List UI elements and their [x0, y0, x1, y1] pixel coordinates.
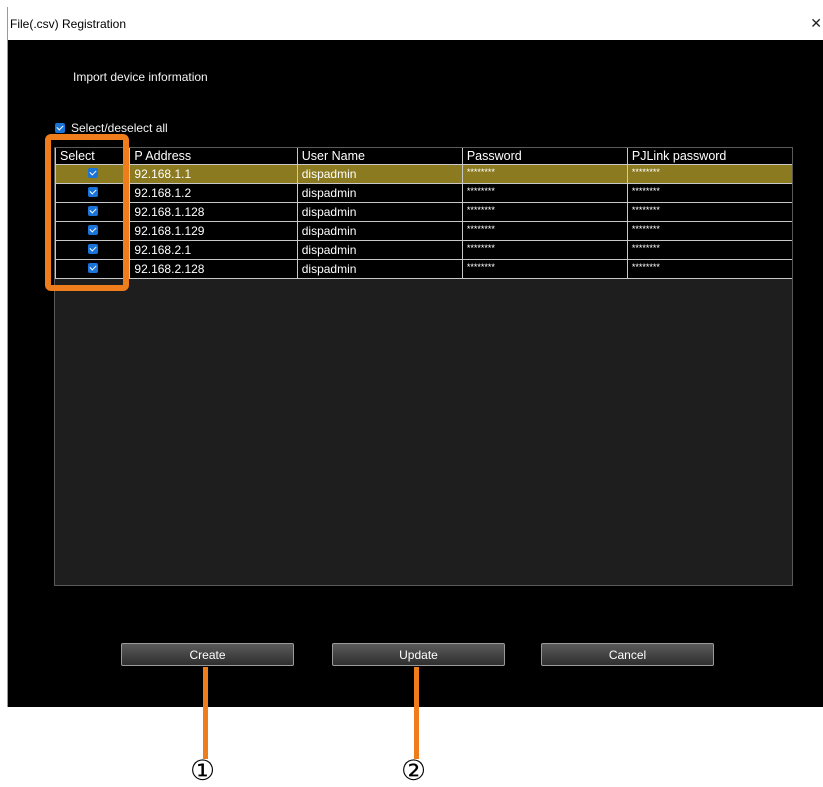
table-row[interactable]: 92.168.2.1 dispadmin ******** ********: [54, 240, 792, 260]
password-cell: ********: [461, 164, 628, 184]
column-header-user-name[interactable]: User Name: [296, 148, 463, 165]
page-title: Import device information: [73, 70, 208, 84]
ip-address-cell: 92.168.1.2: [129, 183, 298, 203]
column-header-ip-address[interactable]: P Address: [129, 148, 298, 165]
table-row[interactable]: 92.168.1.129 dispadmin ******** ********: [54, 221, 792, 241]
pjlink-password-cell: ********: [626, 240, 792, 260]
device-table: Select P Address User Name Password PJLi…: [54, 147, 793, 586]
password-cell: ********: [461, 259, 628, 279]
pjlink-password-cell: ********: [626, 259, 792, 279]
password-cell: ********: [461, 221, 628, 241]
cancel-button[interactable]: Cancel: [541, 643, 714, 666]
user-name-cell: dispadmin: [296, 183, 463, 203]
password-cell: ********: [461, 240, 628, 260]
ip-address-cell: 92.168.2.1: [129, 240, 298, 260]
select-all-checkbox[interactable]: Select/deselect all: [55, 121, 168, 135]
select-all-label: Select/deselect all: [71, 121, 168, 135]
ip-address-cell: 92.168.1.1: [129, 164, 298, 184]
pjlink-password-cell: ********: [626, 164, 792, 184]
column-header-pjlink-password[interactable]: PJLink password: [626, 148, 792, 165]
callout-line-update: [414, 667, 419, 759]
pjlink-password-cell: ********: [626, 221, 792, 241]
ip-address-cell: 92.168.1.128: [129, 202, 298, 222]
close-icon[interactable]: ✕: [810, 15, 822, 32]
user-name-cell: dispadmin: [296, 240, 463, 260]
update-button[interactable]: Update: [332, 643, 505, 666]
callout-number-2: ②: [401, 755, 427, 786]
callout-number-1: ①: [190, 755, 216, 786]
column-header-password[interactable]: Password: [461, 148, 628, 165]
user-name-cell: dispadmin: [296, 202, 463, 222]
window-title: File(.csv) Registration: [10, 17, 127, 31]
table-row[interactable]: 92.168.1.128 dispadmin ******** ********: [54, 202, 792, 222]
user-name-cell: dispadmin: [296, 221, 463, 241]
callout-line-create: [203, 667, 208, 759]
table-header-row: Select P Address User Name Password PJLi…: [54, 148, 792, 165]
create-button[interactable]: Create: [121, 643, 294, 666]
checkbox-icon[interactable]: [55, 123, 65, 133]
ip-address-cell: 92.168.2.128: [129, 259, 298, 279]
dialog-content: Import device information Select/deselec…: [8, 40, 823, 707]
password-cell: ********: [461, 202, 628, 222]
table-row[interactable]: 92.168.1.2 dispadmin ******** ********: [54, 183, 792, 203]
select-column-highlight: [45, 134, 129, 291]
table-row[interactable]: 92.168.1.1 dispadmin ******** ********: [54, 164, 792, 184]
pjlink-password-cell: ********: [626, 202, 792, 222]
title-bar: File(.csv) Registration ✕: [8, 7, 823, 40]
password-cell: ********: [461, 183, 628, 203]
table-row[interactable]: 92.168.2.128 dispadmin ******** ********: [54, 259, 792, 279]
user-name-cell: dispadmin: [296, 164, 463, 184]
registration-dialog: File(.csv) Registration ✕ Import device …: [7, 7, 823, 707]
user-name-cell: dispadmin: [296, 259, 463, 279]
pjlink-password-cell: ********: [626, 183, 792, 203]
ip-address-cell: 92.168.1.129: [129, 221, 298, 241]
